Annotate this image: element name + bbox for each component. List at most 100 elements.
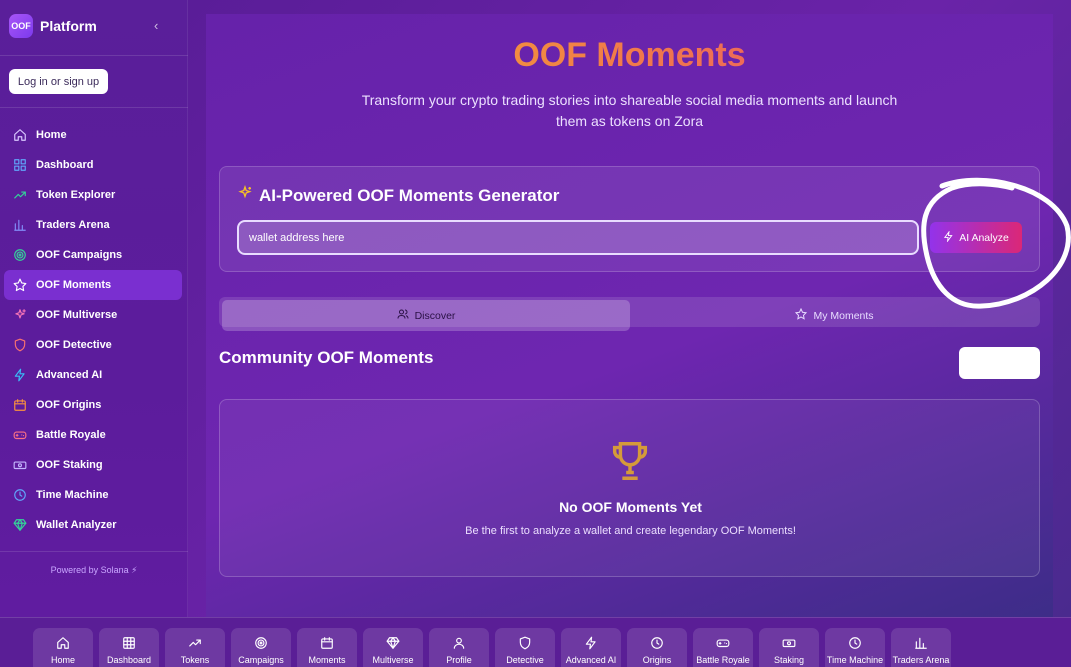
sidebar-item-label: Advanced AI <box>36 369 103 381</box>
sidebar-item-label: Time Machine <box>36 489 109 501</box>
bottom-nav-label: Battle Royale <box>696 655 750 665</box>
gamepad-icon <box>716 636 730 655</box>
bottom-nav-label: Dashboard <box>106 655 152 665</box>
bottom-nav-bar: Home Dashboard Tokens Campaigns Moments Multi… <box>0 617 1071 667</box>
brand-logo: OOF <box>9 14 33 38</box>
sidebar-item-label: Dashboard <box>36 159 94 171</box>
ai-analyze-button[interactable]: AI Analyze <box>930 222 1022 253</box>
trending-up-icon <box>188 636 202 655</box>
bottom-nav-traders-arena[interactable]: Traders Arena <box>891 628 951 667</box>
tab-my-moments[interactable]: My Moments <box>632 300 1037 331</box>
target-icon <box>12 248 27 263</box>
generator-card: AI-Powered OOF Moments Generator AI Anal… <box>219 166 1040 272</box>
bottom-nav-tokens[interactable]: Tokens <box>165 628 225 667</box>
brand[interactable]: OOF Platform <box>9 14 97 38</box>
bottom-nav-advanced-ai[interactable]: Advanced AI <box>561 628 621 667</box>
zap-icon <box>584 636 598 655</box>
sidebar-divider <box>0 55 188 56</box>
gem-icon <box>12 518 27 533</box>
bottom-nav-label: Home <box>50 655 75 665</box>
banknote-icon <box>782 636 796 655</box>
login-button[interactable]: Log in or sign up <box>9 69 108 94</box>
wallet-address-input[interactable] <box>237 220 919 255</box>
empty-state-title: No OOF Moments Yet <box>559 499 702 515</box>
bottom-nav-label: Profile <box>446 655 472 665</box>
shield-icon <box>12 338 27 353</box>
target-icon <box>254 636 268 655</box>
sidebar-item-token-explorer[interactable]: Token Explorer <box>4 180 182 210</box>
clock-icon <box>848 636 862 655</box>
sidebar-item-wallet-analyzer[interactable]: Wallet Analyzer <box>4 510 182 540</box>
tab-my-moments-label: My Moments <box>813 309 874 322</box>
bottom-nav-home[interactable]: Home <box>33 628 93 667</box>
clock-icon <box>12 488 27 503</box>
bottom-nav-time-machine[interactable]: Time Machine <box>825 628 885 667</box>
chevron-left-icon[interactable]: ‹ <box>154 18 158 33</box>
bottom-nav-origins[interactable]: Origins <box>627 628 687 667</box>
bottom-nav-label: Staking <box>773 655 805 665</box>
bottom-nav-moments[interactable]: Moments <box>297 628 357 667</box>
sidebar-item-advanced-ai[interactable]: Advanced AI <box>4 360 182 390</box>
sidebar-item-home[interactable]: Home <box>4 120 182 150</box>
bottom-nav-battle-royale[interactable]: Battle Royale <box>693 628 753 667</box>
star-icon <box>12 278 27 293</box>
bottom-nav-dashboard[interactable]: Dashboard <box>99 628 159 667</box>
powered-by-text: Powered by Solana ⚡ <box>50 565 138 575</box>
sidebar-item-traders-arena[interactable]: Traders Arena <box>4 210 182 240</box>
page-subtitle: Transform your crypto trading stories in… <box>361 92 898 129</box>
sidebar-nav: Home Dashboard Token Explorer Traders Arena… <box>4 120 182 540</box>
grid-icon <box>122 636 136 655</box>
community-section-title: Community OOF Moments <box>219 348 434 367</box>
users-icon <box>397 308 409 323</box>
sidebar-item-label: Traders Arena <box>36 219 110 231</box>
sidebar-item-label: OOF Detective <box>36 339 112 351</box>
sidebar-item-label: OOF Campaigns <box>36 249 123 261</box>
bottom-nav-campaigns[interactable]: Campaigns <box>231 628 291 667</box>
refresh-icon <box>973 356 984 370</box>
brand-name: Platform <box>40 18 97 34</box>
sidebar-item-label: OOF Multiverse <box>36 309 118 321</box>
moments-tabs: Discover My Moments <box>219 297 1040 331</box>
bottom-nav-label: Multiverse <box>372 655 414 665</box>
bottom-nav-label: Origins <box>642 655 672 665</box>
sidebar-item-oof-detective[interactable]: OOF Detective <box>4 330 182 360</box>
trophy-icon <box>612 442 648 480</box>
sparkles-icon <box>12 308 27 323</box>
bottom-nav-profile[interactable]: Profile <box>429 628 489 667</box>
trending-up-icon <box>12 188 27 203</box>
bottom-nav-label: Moments <box>308 655 346 665</box>
refresh-label: Refresh <box>989 357 1026 369</box>
tab-discover-label: Discover <box>414 309 456 322</box>
sidebar-item-time-machine[interactable]: Time Machine <box>4 480 182 510</box>
sidebar-item-oof-staking[interactable]: OOF Staking <box>4 450 182 480</box>
home-icon <box>12 128 27 143</box>
zap-icon <box>12 368 27 383</box>
refresh-button[interactable]: Refresh <box>959 347 1040 379</box>
bottom-nav-label: Detective <box>506 655 544 665</box>
sidebar-item-dashboard[interactable]: Dashboard <box>4 150 182 180</box>
dashboard-icon <box>12 158 27 173</box>
sidebar-item-battle-royale[interactable]: Battle Royale <box>4 420 182 450</box>
bottom-nav-detective[interactable]: Detective <box>495 628 555 667</box>
bottom-nav-label: Traders Arena <box>892 655 950 665</box>
generator-title: AI-Powered OOF Moments Generator <box>237 184 559 206</box>
empty-state-description: Be the first to analyze a wallet and cre… <box>465 525 796 537</box>
sparkles-icon <box>237 184 253 206</box>
clock-icon <box>650 636 664 655</box>
sidebar-divider <box>0 551 188 552</box>
tab-discover[interactable]: Discover <box>222 300 630 331</box>
sidebar: OOF Platform ‹ Log in or sign up Home Das… <box>0 0 188 617</box>
bar-chart-icon <box>914 636 928 655</box>
main-content: OOF Moments Transform your crypto tradin… <box>188 0 1071 617</box>
zap-icon <box>943 229 954 245</box>
sidebar-item-oof-multiverse[interactable]: OOF Multiverse <box>4 300 182 330</box>
bottom-nav-multiverse[interactable]: Multiverse <box>363 628 423 667</box>
sidebar-item-oof-campaigns[interactable]: OOF Campaigns <box>4 240 182 270</box>
sidebar-item-oof-moments[interactable]: OOF Moments <box>4 270 182 300</box>
bottom-nav-label: Campaigns <box>238 655 284 665</box>
star-icon <box>795 307 808 323</box>
empty-state-card: No OOF Moments Yet Be the first to analy… <box>219 399 1040 577</box>
sidebar-item-oof-origins[interactable]: OOF Origins <box>4 390 182 420</box>
home-icon <box>56 636 70 655</box>
bottom-nav-staking[interactable]: Staking <box>759 628 819 667</box>
